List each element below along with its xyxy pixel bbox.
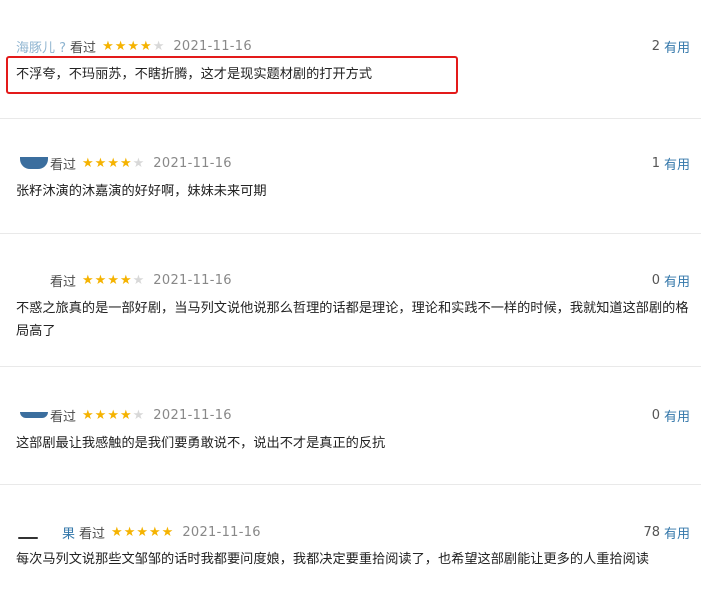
review-username[interactable]: 海豚儿 ? bbox=[16, 37, 66, 56]
star-icon: ★ bbox=[161, 524, 174, 540]
useful-button[interactable]: 78 有用 bbox=[643, 522, 690, 542]
review-content: 不惑之旅真的是一部好剧，当马列文说他说那么哲理的话都是理论，理论和实践不一样的时… bbox=[16, 301, 689, 339]
review-date: 2021-11-16 bbox=[153, 407, 232, 423]
useful-count: 78 bbox=[643, 524, 660, 540]
useful-button[interactable]: 1 有用 bbox=[652, 153, 690, 173]
star-icon: ★ bbox=[111, 524, 123, 540]
star-icon: ★ bbox=[94, 155, 107, 171]
useful-label: 有用 bbox=[663, 40, 690, 56]
rating-stars: ★ ★ ★ ★ ★ bbox=[82, 274, 145, 287]
star-icon: ★ bbox=[82, 155, 94, 171]
useful-count: 0 bbox=[651, 407, 660, 423]
star-icon: ★ bbox=[119, 272, 132, 288]
star-icon: ★ bbox=[82, 272, 94, 288]
review-status: 看过 bbox=[50, 157, 77, 173]
useful-count: 0 bbox=[651, 272, 660, 288]
star-icon: ★ bbox=[123, 524, 136, 540]
star-icon: ★ bbox=[140, 38, 152, 54]
rating-stars: ★ ★ ★ ★ ★ bbox=[102, 40, 165, 53]
useful-count: 1 bbox=[651, 155, 660, 171]
avatar[interactable] bbox=[20, 157, 48, 169]
rating-stars: ★ ★ ★ ★ ★ bbox=[111, 526, 174, 539]
star-icon: ★ bbox=[152, 38, 165, 54]
useful-button[interactable]: 2 有用 bbox=[652, 36, 690, 56]
divider bbox=[0, 233, 701, 234]
star-icon: ★ bbox=[94, 407, 107, 423]
review-content: 张籽沐演的沐嘉演的好好啊，妹妹未来可期 bbox=[16, 184, 267, 199]
useful-label: 有用 bbox=[663, 274, 690, 290]
star-icon: ★ bbox=[127, 38, 140, 54]
star-icon: ★ bbox=[107, 155, 119, 171]
avatar[interactable] bbox=[20, 412, 48, 418]
review-status: 看过 bbox=[70, 40, 97, 56]
star-icon: ★ bbox=[119, 155, 132, 171]
review-content: 每次马列文说那些文邹邹的话时我都要问度娘，我都决定要重拾阅读了，也希望这部剧能让… bbox=[16, 552, 649, 567]
star-icon: ★ bbox=[107, 407, 119, 423]
star-icon: ★ bbox=[102, 38, 114, 54]
star-icon: ★ bbox=[94, 272, 107, 288]
review-status: 看过 bbox=[50, 274, 77, 290]
comment-list: 海豚儿 ? 看过 ★ ★ ★ ★ ★ 2021-11-16 2 有用 不浮夸，不玛丽苏，… bbox=[0, 0, 701, 605]
star-icon: ★ bbox=[132, 155, 145, 171]
star-icon: ★ bbox=[132, 407, 145, 423]
useful-label: 有用 bbox=[663, 526, 690, 542]
star-icon: ★ bbox=[132, 272, 145, 288]
review-date: 2021-11-16 bbox=[173, 38, 252, 54]
review-date: 2021-11-16 bbox=[182, 524, 261, 540]
highlight-box bbox=[6, 56, 458, 94]
review-username[interactable]: 果 bbox=[62, 523, 75, 542]
review-content: 这部剧最让我感触的是我们要勇敢说不，说出不才是真正的反抗 bbox=[16, 436, 386, 451]
star-icon: ★ bbox=[82, 407, 94, 423]
useful-button[interactable]: 0 有用 bbox=[652, 270, 690, 290]
useful-count: 2 bbox=[651, 38, 660, 54]
useful-label: 有用 bbox=[663, 409, 690, 425]
review-status: 看过 bbox=[50, 409, 77, 425]
useful-button[interactable]: 0 有用 bbox=[652, 405, 690, 425]
divider bbox=[0, 366, 701, 367]
star-icon: ★ bbox=[107, 272, 119, 288]
useful-label: 有用 bbox=[663, 157, 690, 173]
rating-stars: ★ ★ ★ ★ ★ bbox=[82, 409, 145, 422]
rating-stars: ★ ★ ★ ★ ★ bbox=[82, 157, 145, 170]
star-icon: ★ bbox=[119, 407, 132, 423]
avatar[interactable] bbox=[18, 537, 38, 539]
star-icon: ★ bbox=[136, 524, 148, 540]
star-icon: ★ bbox=[114, 38, 127, 54]
review-date: 2021-11-16 bbox=[153, 272, 232, 288]
divider bbox=[0, 484, 701, 485]
divider bbox=[0, 118, 701, 119]
review-date: 2021-11-16 bbox=[153, 155, 232, 171]
star-icon: ★ bbox=[149, 524, 161, 540]
review-status: 看过 bbox=[79, 526, 106, 542]
